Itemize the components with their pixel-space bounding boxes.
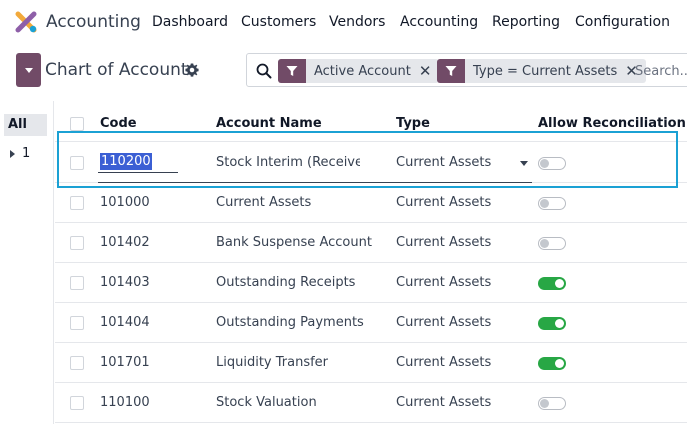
search-icon[interactable]	[256, 63, 272, 79]
chevron-down-icon[interactable]	[520, 161, 528, 166]
nav-vendors[interactable]: Vendors	[329, 14, 385, 30]
table-row[interactable]: 101404 Outstanding Payments Current Asse…	[55, 303, 687, 343]
reconcile-toggle[interactable]	[538, 317, 566, 330]
column-header-allow-reconciliation[interactable]: Allow Reconciliation	[538, 116, 686, 131]
facet-active-account: Active Account ✕	[278, 59, 440, 83]
cell-type: Current Assets	[396, 315, 492, 330]
cell-code: 101402	[100, 235, 150, 250]
chevron-down-icon	[24, 67, 33, 73]
top-navbar: Accounting Dashboard Customers Vendors A…	[0, 0, 687, 44]
cell-type: Current Assets	[396, 195, 492, 210]
code-input[interactable]: 110200	[98, 153, 178, 173]
cell-code: 101403	[100, 275, 150, 290]
cell-account-name: Liquidity Transfer	[216, 355, 329, 370]
accounting-app-logo-icon[interactable]	[14, 10, 38, 34]
caret-right-icon	[10, 149, 15, 158]
table-row[interactable]: 101402 Bank Suspense Account Current Ass…	[55, 223, 687, 263]
side-panel-group-label: 1	[22, 146, 31, 161]
new-dropdown-button[interactable]	[16, 53, 41, 87]
column-header-code[interactable]: Code	[100, 116, 137, 131]
cell-type: Current Assets	[396, 235, 492, 250]
cell-account-name: Outstanding Receipts	[216, 275, 356, 290]
row-checkbox[interactable]	[70, 196, 84, 210]
reconcile-toggle[interactable]	[538, 277, 566, 290]
cell-account-name: Stock Valuation	[216, 395, 317, 410]
table-header: Code Account Name Type Allow Reconciliat…	[55, 101, 687, 142]
row-checkbox[interactable]	[70, 156, 84, 170]
search-bar[interactable]: Active Account ✕ Type = Current Assets ✕	[246, 53, 687, 87]
side-panel-group-1[interactable]: 1	[10, 146, 30, 161]
table-row[interactable]: 110100 Stock Valuation Current Assets	[55, 383, 687, 423]
search-input[interactable]	[635, 61, 687, 81]
row-checkbox[interactable]	[70, 356, 84, 370]
nav-reporting[interactable]: Reporting	[492, 14, 560, 30]
table-row-editing[interactable]: 110200 Stock Interim (Received) Current …	[55, 143, 687, 183]
table-row[interactable]: 101403 Outstanding Receipts Current Asse…	[55, 263, 687, 303]
cell-code: 101404	[100, 315, 150, 330]
page-title: Chart of Accounts	[45, 60, 197, 80]
cell-type: Current Assets	[396, 395, 492, 410]
reconcile-toggle[interactable]	[538, 397, 566, 410]
row-checkbox[interactable]	[70, 276, 84, 290]
cell-code: 101000	[100, 195, 150, 210]
cell-code: 101701	[100, 355, 150, 370]
facet-type: Type = Current Assets ✕	[437, 59, 646, 83]
facet-label: Active Account	[314, 63, 411, 79]
cell-account-name: Bank Suspense Account	[216, 235, 372, 250]
table-row[interactable]: 101000 Current Assets Current Assets	[55, 183, 687, 223]
row-checkbox[interactable]	[70, 316, 84, 330]
nav-customers[interactable]: Customers	[241, 14, 316, 30]
cell-type: Current Assets	[396, 275, 492, 290]
type-select[interactable]: Current Assets	[396, 155, 491, 170]
code-input-selected-text: 110200	[100, 153, 152, 170]
reconcile-toggle[interactable]	[538, 237, 566, 250]
accounts-table: Code Account Name Type Allow Reconciliat…	[55, 101, 687, 424]
nav-dashboard[interactable]: Dashboard	[152, 14, 228, 30]
filter-icon	[437, 59, 465, 83]
cell-type: Current Assets	[396, 355, 492, 370]
gear-icon[interactable]	[185, 63, 199, 77]
nav-configuration[interactable]: Configuration	[575, 14, 670, 30]
cell-code: 110100	[100, 395, 150, 410]
reconcile-toggle[interactable]	[538, 197, 566, 210]
cell-account-name: Outstanding Payments	[216, 315, 364, 330]
filter-icon	[278, 59, 306, 83]
row-checkbox[interactable]	[70, 236, 84, 250]
nav-accounting[interactable]: Accounting	[400, 14, 478, 30]
select-all-checkbox[interactable]	[70, 117, 84, 131]
column-header-type[interactable]: Type	[396, 116, 430, 131]
facet-label: Type = Current Assets	[473, 63, 618, 79]
table-row[interactable]: 101701 Liquidity Transfer Current Assets	[55, 343, 687, 383]
cell-account-name: Current Assets	[216, 195, 312, 210]
account-name-input[interactable]: Stock Interim (Received)	[216, 155, 360, 170]
reconcile-toggle[interactable]	[538, 357, 566, 370]
app-name[interactable]: Accounting	[46, 12, 141, 32]
column-header-account-name[interactable]: Account Name	[216, 116, 322, 131]
side-panel-all[interactable]: All	[4, 114, 47, 136]
group-side-panel: All 1	[0, 101, 54, 424]
reconcile-toggle[interactable]	[538, 157, 566, 170]
row-checkbox[interactable]	[70, 396, 84, 410]
